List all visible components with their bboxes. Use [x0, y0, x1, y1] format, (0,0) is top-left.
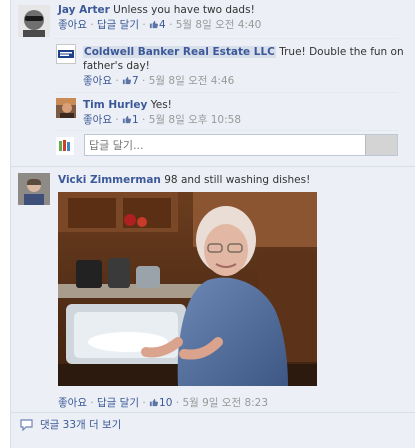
timestamp[interactable]: 5월 8일 오후 10:58	[149, 114, 241, 126]
divider	[54, 92, 398, 93]
divider	[54, 38, 398, 39]
like-link[interactable]: 좋아요	[83, 114, 112, 126]
separator: ·	[90, 397, 94, 409]
like-count[interactable]: 1	[122, 114, 139, 126]
reply-actions: 좋아요 · 1 · 5월 8일 오후 10:58	[83, 114, 241, 127]
avatar-photo-icon	[56, 98, 76, 118]
separator: ·	[169, 19, 173, 31]
comment-photo[interactable]	[58, 192, 317, 386]
avatar[interactable]	[56, 98, 76, 118]
page-avatar-icon	[56, 137, 74, 155]
view-more-comments[interactable]: 댓글 33개 더 보기	[10, 412, 415, 436]
reply-submit-button[interactable]	[365, 135, 397, 155]
timestamp[interactable]: 5월 9일 오전 8:23	[182, 397, 268, 409]
avatar[interactable]	[18, 173, 50, 205]
avatar[interactable]	[18, 5, 50, 37]
avatar-photo-icon	[18, 5, 50, 37]
divider	[54, 130, 398, 131]
separator: ·	[115, 75, 119, 87]
like-link[interactable]: 좋아요	[58, 19, 87, 31]
reply-text: True! Double the fun on	[279, 46, 404, 58]
comment-author[interactable]: Jay Arter	[58, 4, 110, 16]
comment-actions: 좋아요 · 답글 달기 · 4 · 5월 8일 오전 4:40	[58, 19, 261, 32]
like-count-number: 7	[132, 75, 139, 87]
coldwell-banker-logo-icon	[58, 50, 74, 58]
reply-body-continued: father's day!	[83, 60, 150, 73]
separator: ·	[115, 114, 119, 126]
comment-author[interactable]: Vicki Zimmerman	[58, 174, 161, 186]
view-more-comments-label[interactable]: 댓글 33개 더 보기	[40, 417, 121, 432]
separator: ·	[142, 75, 146, 87]
avatar-photo-icon	[18, 173, 50, 205]
reply-text: father's day!	[83, 60, 150, 72]
like-count[interactable]: 7	[122, 75, 139, 87]
comment-text: Unless you have two dads!	[113, 4, 255, 16]
comment-body: Jay Arter Unless you have two dads!	[58, 4, 255, 17]
thumbs-up-icon	[122, 115, 132, 124]
divider	[11, 166, 415, 167]
avatar[interactable]	[56, 44, 76, 64]
timestamp[interactable]: 5월 8일 오전 4:46	[149, 75, 235, 87]
like-count[interactable]: 4	[149, 19, 166, 31]
separator: ·	[142, 114, 146, 126]
comment-text: 98 and still washing dishes!	[164, 174, 311, 186]
reply-author[interactable]: Tim Hurley	[83, 99, 147, 111]
reply-input-box	[84, 134, 398, 156]
like-count[interactable]: 10	[149, 397, 172, 409]
separator: ·	[142, 19, 146, 31]
speech-bubble-icon	[20, 419, 33, 431]
thumbs-up-icon	[149, 398, 159, 407]
separator: ·	[142, 397, 146, 409]
reply-text: Yes!	[150, 99, 172, 111]
like-count-number: 1	[132, 114, 139, 126]
like-link[interactable]: 좋아요	[58, 397, 87, 409]
like-count-number: 4	[159, 19, 166, 31]
separator: ·	[90, 19, 94, 31]
comment-actions: 좋아요 · 답글 달기 · 10 · 5월 9일 오전 8:23	[58, 397, 268, 410]
kitchen-photo	[58, 192, 317, 386]
current-user-avatar	[56, 137, 74, 155]
timestamp[interactable]: 5월 8일 오전 4:40	[176, 19, 262, 31]
reply-input[interactable]	[85, 135, 365, 155]
thumbs-up-icon	[149, 20, 159, 29]
reply-actions: 좋아요 · 7 · 5월 8일 오전 4:46	[83, 75, 234, 88]
reply-link[interactable]: 답글 달기	[97, 19, 139, 31]
comment-body: Vicki Zimmerman 98 and still washing dis…	[58, 174, 310, 187]
reply-body: Tim Hurley Yes!	[83, 99, 172, 112]
like-link[interactable]: 좋아요	[83, 75, 112, 87]
reply-body: Coldwell Banker Real Estate LLC True! Do…	[83, 46, 404, 59]
separator: ·	[175, 397, 180, 409]
reply-author[interactable]: Coldwell Banker Real Estate LLC	[83, 46, 276, 58]
thumbs-up-icon	[122, 76, 132, 85]
reply-link[interactable]: 답글 달기	[97, 397, 139, 409]
like-count-number: 10	[159, 397, 173, 409]
